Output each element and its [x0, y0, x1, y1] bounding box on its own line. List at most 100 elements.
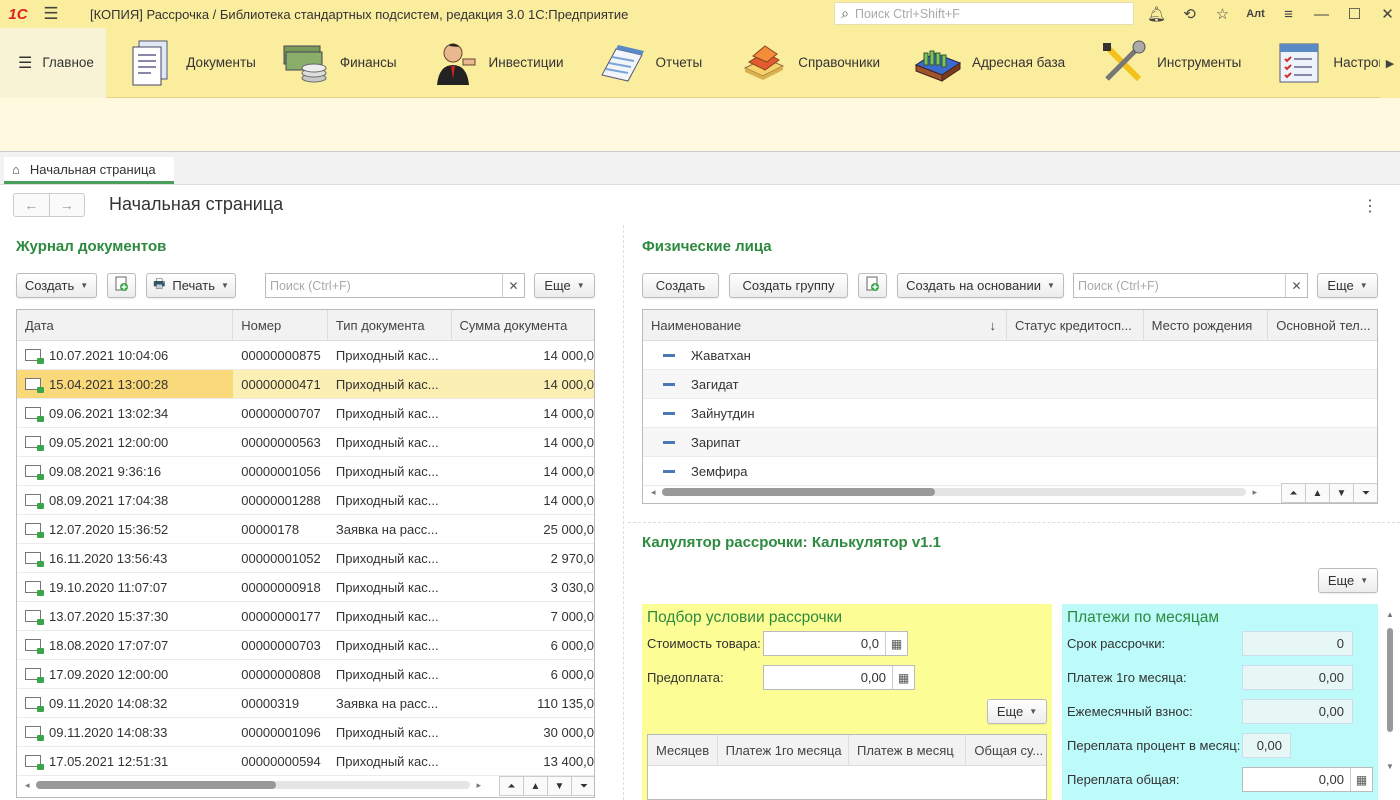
prev-page-icon[interactable]: ▲: [1306, 484, 1330, 502]
person-row[interactable]: Жаватхан: [643, 341, 1377, 370]
journal-hscroll[interactable]: ◂ ▸: [25, 778, 481, 792]
col-sum[interactable]: Сумма документа: [452, 310, 595, 340]
scroll-left-icon[interactable]: ◂: [25, 780, 30, 791]
maximize-icon[interactable]: ☐: [1338, 5, 1371, 23]
price-input[interactable]: 0,0 ▦: [763, 631, 908, 656]
person-row[interactable]: Зайнутдин: [643, 399, 1377, 428]
col-monthly-payment[interactable]: Платеж в месяц: [849, 735, 967, 765]
calculator-more-button[interactable]: Еще ▼: [1318, 568, 1378, 593]
journal-row[interactable]: 10.07.2021 10:04:06 00000000875 Приходный …: [17, 341, 594, 370]
bell-icon[interactable]: 🔔︎: [1140, 5, 1173, 23]
document-posted-icon: [25, 668, 44, 683]
col-credit-status[interactable]: Статус кредитосп...: [1007, 310, 1144, 340]
persons-create-button[interactable]: Создать: [642, 273, 719, 298]
journal-row[interactable]: 09.11.2020 14:08:32 00000319 Заявка на рас…: [17, 689, 594, 718]
next-page-icon[interactable]: ▼: [1330, 484, 1354, 502]
scroll-right-icon[interactable]: ▸: [1252, 487, 1257, 498]
first-page-icon[interactable]: ⏶: [500, 777, 524, 795]
section-catalogs[interactable]: Справочники: [730, 28, 888, 98]
journal-row[interactable]: 09.08.2021 9:36:16 00000001056 Приходный к…: [17, 457, 594, 486]
scroll-up-icon[interactable]: ▲: [1386, 610, 1394, 619]
person-row[interactable]: Зарипат: [643, 428, 1377, 457]
alt-icon[interactable]: Алt: [1239, 8, 1272, 20]
section-investments[interactable]: Инвестиции: [421, 28, 572, 98]
cell-person-name: Зарипат: [643, 428, 1008, 456]
journal-print-button[interactable]: 🖶 Печать ▼: [146, 273, 236, 298]
col-number[interactable]: Номер: [233, 310, 328, 340]
cell-number: 00000001288: [241, 492, 321, 508]
conditions-title: Подбор условии рассрочки: [647, 609, 843, 626]
journal-row[interactable]: 08.09.2021 17:04:38 00000001288 Приходный …: [17, 486, 594, 515]
cell-doc-type: Приходный кас...: [335, 492, 439, 508]
last-page-icon[interactable]: ⏷: [1354, 484, 1377, 502]
back-arrow-icon[interactable]: ←: [14, 194, 50, 216]
journal-row[interactable]: 18.08.2020 17:07:07 00000000703 Приходный …: [17, 631, 594, 660]
menu-lines-icon[interactable]: ≡: [1272, 6, 1305, 23]
section-reports[interactable]: Отчеты: [588, 28, 711, 98]
journal-row[interactable]: 13.07.2020 15:37:30 00000000177 Приходный …: [17, 602, 594, 631]
persons-hscroll[interactable]: ◂ ▸: [651, 485, 1257, 499]
persons-create-based-button[interactable]: Создать на основании ▼: [897, 273, 1064, 298]
persons-copy-button[interactable]: [858, 273, 887, 298]
section-documents[interactable]: Документы: [118, 28, 264, 98]
col-birthplace[interactable]: Место рождения: [1144, 310, 1269, 340]
persons-create-group-button[interactable]: Создать группу: [729, 273, 848, 298]
sections-scroll-right[interactable]: ▶: [1380, 28, 1400, 98]
journal-copy-button[interactable]: [107, 273, 136, 298]
journal-search-input[interactable]: Поиск (Ctrl+F) ✕: [265, 273, 525, 298]
close-icon[interactable]: ✕: [1371, 5, 1400, 23]
journal-row[interactable]: 17.09.2020 12:00:00 00000000808 Приходный …: [17, 660, 594, 689]
global-search-input[interactable]: ⌕ Поиск Ctrl+Shift+F: [834, 2, 1134, 25]
more-vertical-icon[interactable]: ⋮: [1362, 196, 1378, 216]
first-page-icon[interactable]: ⏶: [1282, 484, 1306, 502]
prev-page-icon[interactable]: ▲: [524, 777, 548, 795]
calculator-icon[interactable]: ▦: [1350, 768, 1372, 791]
minimize-icon[interactable]: —: [1305, 6, 1338, 23]
journal-more-button[interactable]: Еще ▼: [534, 273, 595, 298]
calculator-vscroll[interactable]: ▲ ▼: [1386, 604, 1394, 800]
forward-arrow-icon[interactable]: →: [50, 194, 85, 216]
col-date[interactable]: Дата: [17, 310, 234, 340]
clear-icon[interactable]: ✕: [502, 274, 524, 297]
sections-panel: ☰ Главное Документы Финансы Инвестиции О…: [0, 27, 1400, 98]
next-page-icon[interactable]: ▼: [548, 777, 572, 795]
tab-home[interactable]: ⌂ Начальная страница: [4, 157, 174, 184]
last-page-icon[interactable]: ⏷: [572, 777, 594, 795]
section-address-base[interactable]: Адресная база: [904, 28, 1073, 98]
person-row[interactable]: Загидат: [643, 370, 1377, 399]
col-name[interactable]: Наименование ↓: [643, 310, 1007, 340]
persons-more-button[interactable]: Еще ▼: [1317, 273, 1378, 298]
person-row[interactable]: Земфира: [643, 457, 1377, 486]
section-tools[interactable]: Инструменты: [1089, 28, 1249, 98]
scroll-right-icon[interactable]: ▸: [476, 780, 481, 791]
col-first-payment[interactable]: Платеж 1го месяца: [718, 735, 849, 765]
col-months[interactable]: Месяцев: [648, 735, 718, 765]
main-menu-icon[interactable]: ☰: [36, 0, 66, 28]
journal-row[interactable]: 09.11.2020 14:08:33 00000001096 Приходный …: [17, 718, 594, 747]
prepay-input[interactable]: 0,00 ▦: [763, 665, 915, 690]
col-phone[interactable]: Основной тел...: [1268, 310, 1377, 340]
section-main[interactable]: ☰ Главное: [0, 27, 107, 98]
section-finance[interactable]: Финансы: [272, 28, 405, 98]
col-doc-type[interactable]: Тип документа: [328, 310, 452, 340]
persons-search-input[interactable]: Поиск (Ctrl+F) ✕: [1073, 273, 1308, 298]
person-name-text: Жаватхан: [691, 347, 751, 363]
journal-row[interactable]: 09.06.2021 13:02:34 00000000707 Приходный …: [17, 399, 594, 428]
calculator-icon[interactable]: ▦: [892, 666, 914, 689]
journal-row[interactable]: 16.11.2020 13:56:43 00000001052 Приходный …: [17, 544, 594, 573]
journal-row[interactable]: 12.07.2020 15:36:52 00000178 Заявка на рас…: [17, 515, 594, 544]
journal-row[interactable]: 19.10.2020 11:07:07 00000000918 Приходный …: [17, 573, 594, 602]
col-total-sum[interactable]: Общая су...: [966, 735, 1046, 765]
scroll-left-icon[interactable]: ◂: [651, 487, 656, 498]
journal-row[interactable]: 15.04.2021 13:00:28 00000000471 Приходный …: [17, 370, 594, 399]
conditions-more-button[interactable]: Еще ▼: [987, 699, 1047, 724]
journal-create-button[interactable]: Создать ▼: [16, 273, 97, 298]
journal-row[interactable]: 17.05.2021 12:51:31 00000000594 Приходный …: [17, 747, 594, 776]
history-icon[interactable]: ⟲: [1173, 5, 1206, 23]
journal-row[interactable]: 09.05.2021 12:00:00 00000000563 Приходный …: [17, 428, 594, 457]
overpay-total-input[interactable]: 0,00 ▦: [1242, 767, 1373, 792]
clear-icon[interactable]: ✕: [1285, 274, 1307, 297]
scroll-down-icon[interactable]: ▼: [1386, 762, 1394, 771]
calculator-icon[interactable]: ▦: [885, 632, 907, 655]
star-icon[interactable]: ☆: [1206, 5, 1239, 23]
